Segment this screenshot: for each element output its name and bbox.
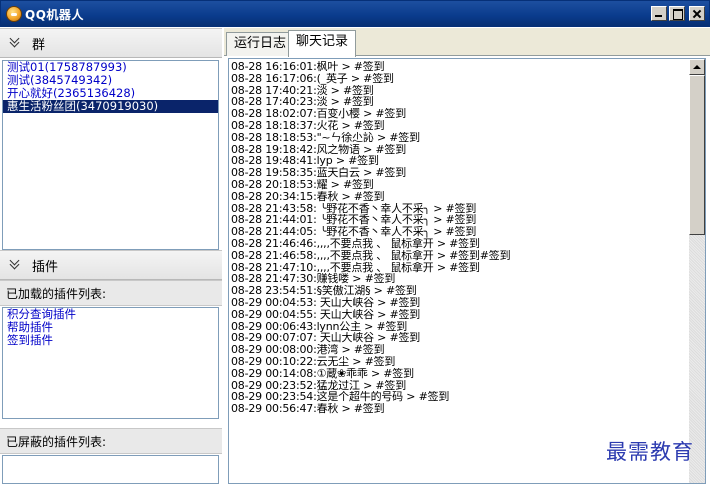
chat-line: 08-28 23:54:51:§笑傲江湖§ > #签到 [231,285,417,297]
chat-line: 08-29 00:07:07: 天山大峡谷 > #签到 [231,332,421,345]
group-item[interactable]: 惠生活粉丝团(3470919030) [3,100,218,113]
chat-line: 08-28 18:02:07:百变小樱 > #签到 [231,108,406,120]
chat-line: 08-28 21:47:10:,,,,不要点我 、 鼠标拿开 > #签到 [231,261,480,274]
groups-header-label: 群 [32,37,46,53]
chat-line: 08-28 21:44:05: ╰野花不香丶幸人不采╮ > #签到 [231,226,477,238]
chat-line: 08-29 00:08:00:港湾 > #签到 [231,344,385,356]
maximize-button[interactable] [669,6,685,21]
chat-line: 08-29 00:10:22:云无尘 > #签到 [231,355,396,368]
window-controls [651,6,705,21]
chat-line: 08-28 20:18:53:耀 > #签到 [231,178,374,191]
chat-line: 08-28 21:44:01: ╰野花不香丶幸人不采╮ > #签到 [231,214,477,227]
chat-line: 08-28 21:46:46:,,,,不要点我 、 鼠标拿开 > #签到 [231,237,480,250]
chat-line: 08-28 19:18:42:风之物语 > #签到 [231,143,406,156]
plugin-item[interactable]: 签到插件 [3,334,218,347]
plugins-section-header[interactable]: 插件 [0,250,222,280]
tab-bar: 运行日志 聊天记录 [224,28,710,57]
chat-line: 08-29 00:06:43:lynn公主 > #签到 [231,320,408,333]
chat-line: 08-29 00:14:08:①蔵❀乖乖 > #签到 [231,367,414,380]
chat-line: 08-28 21:47:30:赚钱喽 > #签到 [231,273,396,286]
chat-line: 08-29 00:04:55: 天山大峡谷 > #签到 [231,308,421,321]
groups-section-header[interactable]: 群 [0,28,222,58]
chat-line: 08-28 17:40:21:淡 > #签到 [231,84,374,97]
chevron-down-icon [10,260,22,270]
close-button[interactable] [689,6,705,21]
chat-log-textbox[interactable]: 08-28 16:16:01:枫叶 > #签到 08-28 16:17:06:(_… [228,58,706,484]
chat-line: 08-28 16:16:01:枫叶 > #签到 [231,61,385,73]
group-item[interactable]: 开心就好(2365136428) [3,87,218,100]
right-panel: 运行日志 聊天记录 08-28 16:16:01:枫叶 > #签到 08-28 1… [224,28,710,484]
chevron-down-icon [10,38,22,48]
chat-line: 08-29 00:56:47:春秋 > #签到 [231,403,385,415]
tab-run-log[interactable]: 运行日志 [226,32,295,56]
tab-chat-log[interactable]: 聊天记录 [288,30,357,57]
scroll-thumb[interactable] [689,75,705,235]
loaded-plugins-label: 已加载的插件列表: [0,280,222,306]
chat-line: 08-29 00:23:52:猛龙过江 > #签到 [231,379,406,392]
window-title: QQ机器人 [25,8,84,22]
watermark-text: 最需教育 [606,440,694,464]
group-item[interactable]: 测试01(1758787993) [3,61,218,74]
chat-line: 08-29 00:04:53: 天山大峡谷 > #签到 [231,296,421,309]
group-item[interactable]: 测试(3845749342) [3,74,218,87]
chat-line: 08-28 19:48:41:lyp > #签到 [231,155,379,168]
chat-line: 08-28 21:46:58:,,,,不要点我 、 鼠标拿开 > #签到#签到 [231,249,511,262]
qq-robot-icon [6,6,22,22]
chat-lines: 08-28 16:16:01:枫叶 > #签到 08-28 16:17:06:(_… [231,61,687,415]
window-edge [710,0,727,484]
chat-line: 08-29 00:23:54:这是个超牛的号码 > #签到 [231,391,450,404]
group-list[interactable]: 测试01(1758787993) 测试(3845749342) 开心就好(23651… [2,60,219,250]
chat-line: 08-28 20:34:15:春秋 > #签到 [231,190,385,203]
chat-line: 08-28 18:18:37:火花 > #签到 [231,119,385,132]
minimize-button[interactable] [651,6,667,21]
loaded-plugins-list[interactable]: 积分查询插件 帮助插件 签到插件 [2,307,219,419]
scroll-up-arrow-icon[interactable] [689,59,705,75]
chat-line: 08-28 18:18:53:"~ㄣ徐尐訫 > #签到 [231,131,420,144]
plugins-header-label: 插件 [32,259,59,275]
left-panel: 群 测试01(1758787993) 测试(3845749342) 开心就好(236… [0,28,222,484]
chat-line: 08-28 21:43:58: ╰野花不香丶幸人不采╮ > #签到 [231,202,477,215]
vertical-scrollbar[interactable] [689,59,705,483]
blocked-plugins-label: 已屏蔽的插件列表: [0,428,222,454]
chat-line: 08-28 16:17:06:(_英子 > #签到 [231,72,394,85]
chat-line: 08-28 19:58:35:蓝天白云 > #签到 [231,167,406,179]
chat-line: 08-28 17:40:23:淡 > #签到 [231,96,374,109]
blocked-plugins-list[interactable] [2,455,219,484]
title-bar[interactable]: QQ机器人 [0,0,710,27]
